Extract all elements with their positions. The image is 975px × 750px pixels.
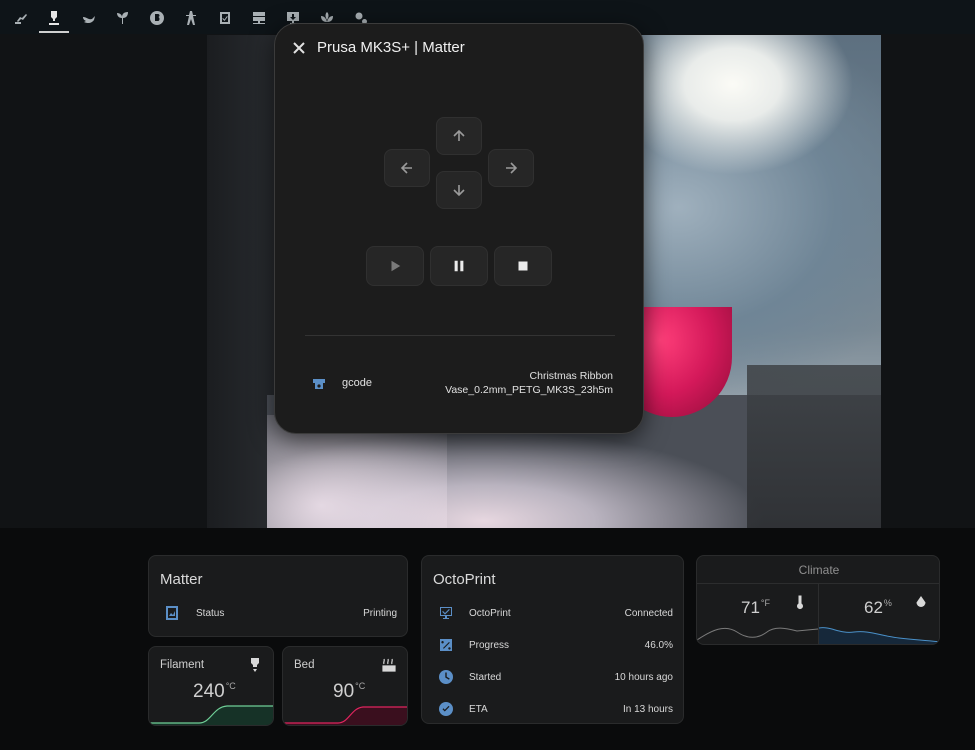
move-left-button[interactable] bbox=[384, 149, 430, 187]
printer-status-icon bbox=[164, 605, 180, 621]
thermometer-icon bbox=[793, 594, 807, 610]
clock-icon bbox=[438, 669, 454, 685]
stop-icon bbox=[518, 261, 528, 271]
filament-temp: 240°C bbox=[193, 681, 236, 702]
gcode-filename: Christmas Ribbon Vase_0.2mm_PETG_MK3S_23… bbox=[445, 370, 613, 396]
octoprint-value: Connected bbox=[624, 608, 673, 619]
clipboard-check-icon bbox=[220, 12, 230, 24]
printer-control-dialog: Prusa MK3S+ | Matter gcode Christmas Rib… bbox=[274, 23, 644, 434]
tab-printer[interactable] bbox=[39, 6, 69, 33]
climate-title: Climate bbox=[798, 563, 840, 577]
status-value: Printing bbox=[363, 608, 397, 619]
dialog-title: Prusa MK3S+ | Matter bbox=[317, 39, 465, 56]
pause-icon bbox=[454, 260, 464, 272]
move-up-button[interactable] bbox=[436, 117, 482, 155]
gcode-icon bbox=[311, 376, 327, 392]
bird-icon bbox=[83, 16, 95, 24]
check-circle-icon bbox=[438, 701, 454, 717]
monitor-check-icon bbox=[438, 605, 454, 621]
radiator-icon bbox=[381, 657, 397, 673]
filament-card[interactable]: Filament 240°C bbox=[148, 646, 274, 726]
tab-server[interactable] bbox=[244, 6, 274, 30]
card-title: OctoPrint bbox=[433, 571, 496, 588]
robot-arm-icon bbox=[15, 14, 27, 24]
bed-temp: 90°C bbox=[333, 681, 366, 702]
humidity-sparkline bbox=[819, 627, 939, 644]
stop-button[interactable] bbox=[494, 246, 552, 286]
close-icon bbox=[293, 42, 305, 54]
started-value: 10 hours ago bbox=[614, 672, 673, 683]
play-icon bbox=[391, 260, 401, 272]
tab-sprout[interactable] bbox=[108, 6, 138, 30]
pause-button[interactable] bbox=[430, 246, 488, 286]
arrow-down-icon bbox=[453, 185, 465, 197]
move-down-button[interactable] bbox=[436, 171, 482, 209]
matter-card: Matter Status Printing bbox=[148, 555, 408, 637]
printer-extruder bbox=[747, 365, 881, 528]
sprout-icon bbox=[117, 12, 128, 24]
humidity-value[interactable]: 62% bbox=[864, 598, 892, 618]
arrow-right-icon bbox=[506, 162, 518, 174]
gcode-label: gcode bbox=[342, 377, 372, 389]
close-button[interactable] bbox=[289, 38, 309, 58]
tab-robot-arm[interactable] bbox=[6, 6, 36, 30]
printer-nozzle-icon bbox=[247, 657, 263, 673]
octoprint-label: OctoPrint bbox=[469, 608, 511, 619]
water-percent-icon bbox=[915, 595, 927, 609]
percent-box-icon bbox=[438, 637, 454, 653]
climate-card: Climate 71°F 62% bbox=[696, 555, 940, 645]
bed-title: Bed bbox=[294, 659, 315, 671]
started-label: Started bbox=[469, 672, 502, 683]
printer-3d-nozzle-icon bbox=[49, 11, 59, 25]
tab-tasks[interactable] bbox=[210, 6, 240, 30]
divider bbox=[305, 335, 615, 336]
transmission-tower-icon bbox=[186, 11, 196, 25]
temperature-value[interactable]: 71°F bbox=[741, 598, 770, 618]
play-button[interactable] bbox=[366, 246, 424, 286]
bed-sparkline bbox=[283, 706, 407, 725]
move-right-button[interactable] bbox=[488, 149, 534, 187]
arrow-left-icon bbox=[400, 162, 412, 174]
server-network-icon bbox=[253, 12, 265, 24]
tab-tower[interactable] bbox=[176, 6, 206, 30]
octoprint-card: OctoPrint OctoPrint Connected Progress 4… bbox=[421, 555, 684, 724]
temperature-sparkline bbox=[697, 627, 818, 641]
filament-title: Filament bbox=[160, 659, 205, 671]
eta-label: ETA bbox=[469, 704, 488, 715]
bitcoin-icon bbox=[150, 11, 164, 25]
status-label: Status bbox=[196, 608, 225, 619]
bed-card[interactable]: Bed 90°C bbox=[282, 646, 408, 726]
filament-sparkline bbox=[149, 705, 273, 725]
arrow-up-icon bbox=[453, 129, 465, 141]
progress-value: 46.0% bbox=[644, 640, 673, 651]
tab-bird[interactable] bbox=[74, 6, 104, 30]
eta-value: In 13 hours bbox=[622, 704, 673, 715]
card-title: Matter bbox=[160, 571, 203, 588]
tab-bitcoin[interactable] bbox=[142, 6, 172, 30]
progress-label: Progress bbox=[469, 640, 510, 651]
